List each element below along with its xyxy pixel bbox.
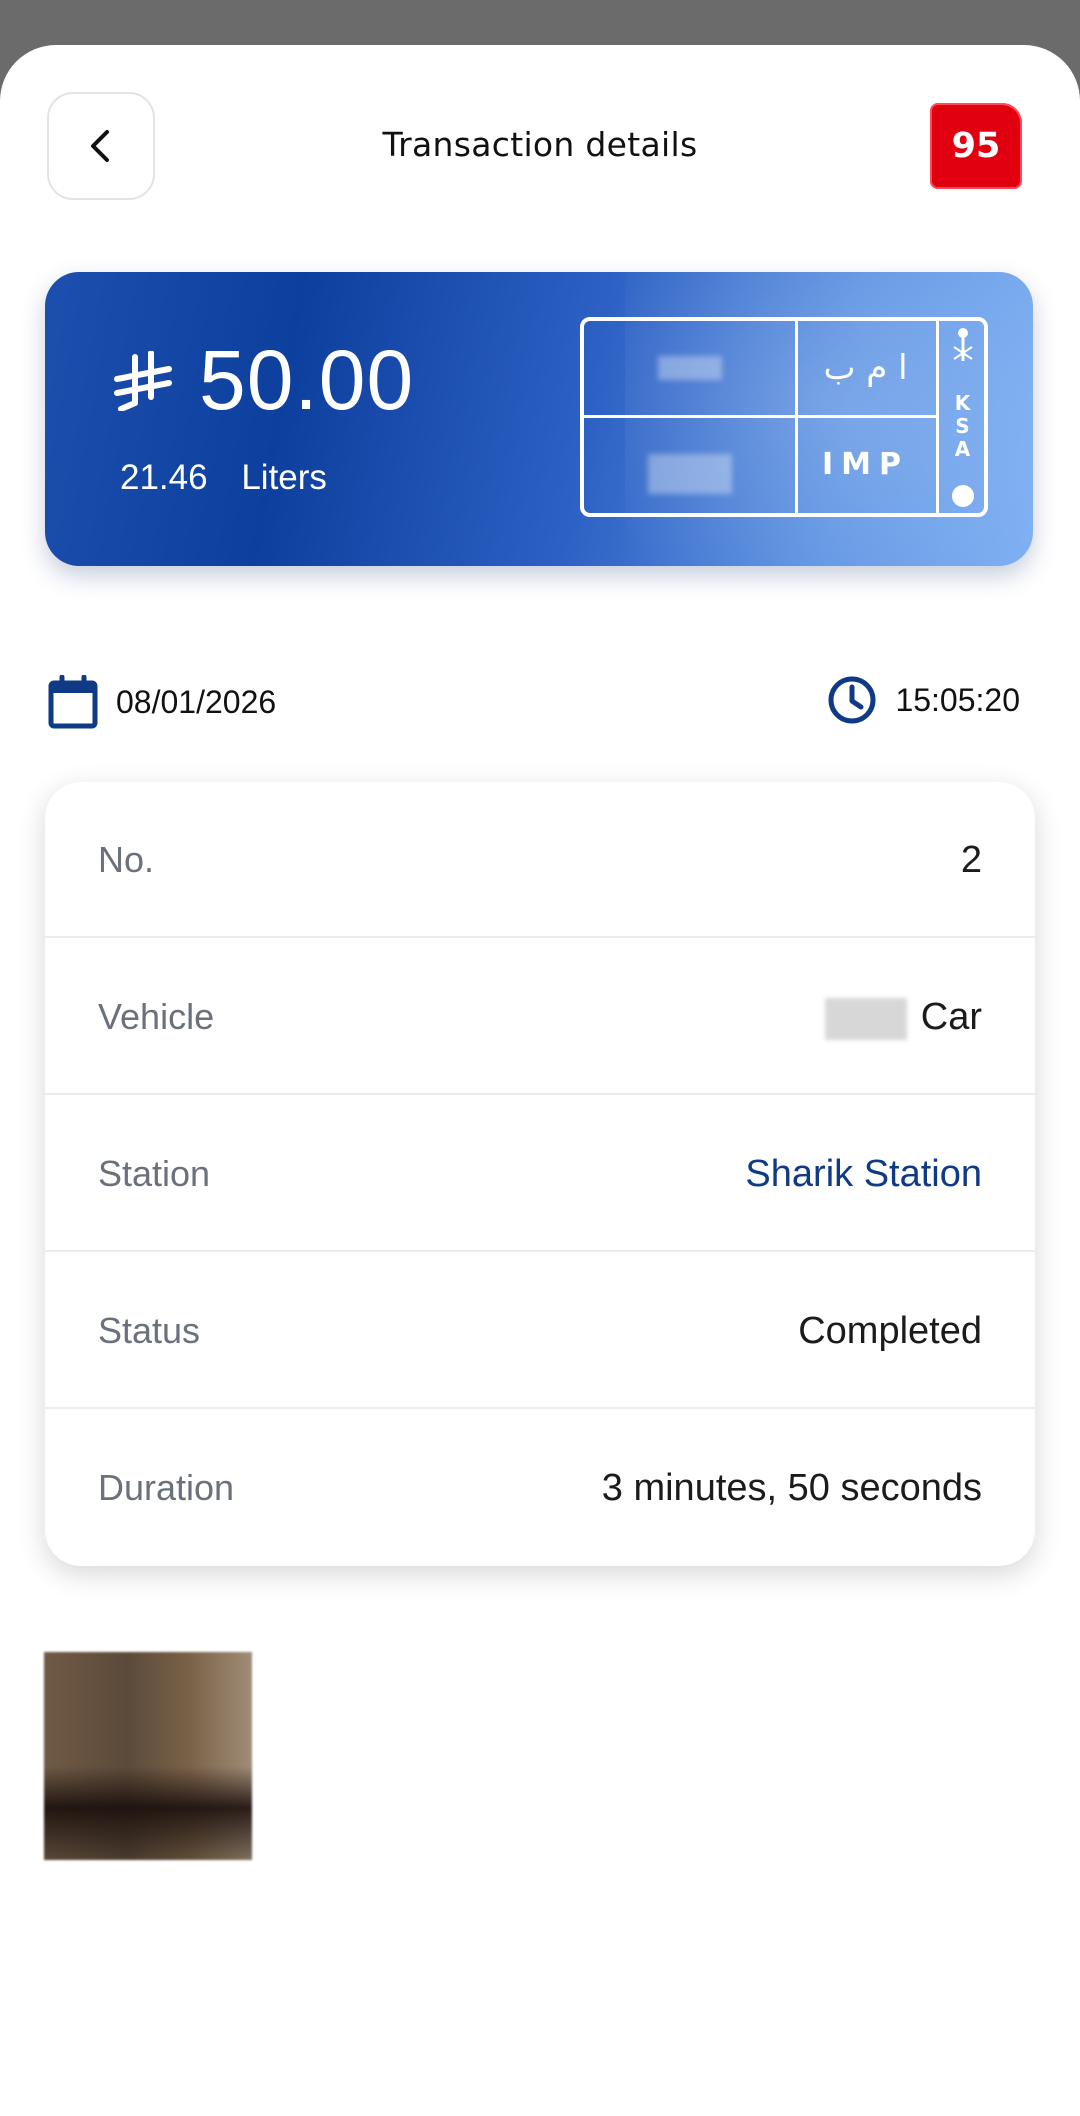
amount-card: 50.00 21.46 Liters ا م ب IMP K S A	[45, 272, 1033, 566]
amount-row: 50.00	[113, 332, 414, 429]
calendar-icon	[48, 675, 98, 729]
detail-label: No.	[98, 839, 155, 880]
vehicle-type: Car	[920, 996, 982, 1038]
saudi-riyal-icon	[114, 350, 172, 411]
redacted-number	[647, 454, 732, 494]
transaction-date: 08/01/2026	[116, 683, 277, 720]
page-title: Transaction details	[382, 125, 698, 164]
country-letter-s: S	[955, 413, 970, 438]
time-group: 15:05:20	[827, 675, 1020, 725]
detail-value-vehicle: Car	[824, 939, 982, 1095]
date-time-row: 08/01/2026 15:05:20	[0, 670, 1080, 740]
detail-label: Station	[98, 1153, 211, 1194]
amount-value: 50.00	[199, 333, 415, 427]
plate-number-bottom	[584, 415, 798, 513]
plate-grid: ا م ب IMP	[584, 321, 939, 513]
duration-value: 3 minutes, 50 seconds	[601, 1467, 982, 1509]
clock-icon	[828, 676, 876, 724]
transaction-time: 15:05:20	[895, 681, 1020, 718]
detail-row-number: No. 2	[45, 782, 1035, 938]
license-plate: ا م ب IMP K S A	[580, 317, 988, 517]
transaction-photo-thumbnail[interactable]	[44, 1652, 252, 1860]
detail-row-duration: Duration 3 minutes, 50 seconds	[45, 1410, 1035, 1566]
detail-value: 2	[960, 839, 982, 881]
redacted-number	[657, 356, 722, 380]
liters-row: 21.46 Liters	[120, 458, 327, 498]
plate-arabic-letters: ا م ب	[795, 321, 939, 418]
status-value: Completed	[798, 1310, 982, 1352]
detail-row-vehicle: Vehicle Car	[45, 939, 1035, 1095]
country-letter-k: K	[954, 390, 971, 415]
country-code: K S A	[954, 390, 971, 461]
details-card: No. 2 Vehicle Car Station Sharik Station…	[45, 782, 1035, 1566]
plate-latin-letters: IMP	[795, 415, 939, 513]
fuel-grade-badge: 95	[930, 103, 1022, 189]
saudi-emblem-icon	[952, 328, 973, 361]
detail-label: Vehicle	[98, 996, 215, 1037]
detail-label: Duration	[98, 1467, 235, 1508]
redacted-vehicle-name	[824, 997, 907, 1040]
transaction-sheet: Transaction details 95 50.00 21.46 Liter…	[0, 45, 1080, 2116]
header: Transaction details 95	[0, 45, 1080, 245]
liters-unit: Liters	[241, 458, 327, 497]
detail-label: Status	[98, 1310, 201, 1351]
liters-value: 21.46	[120, 458, 208, 497]
detail-row-status: Status Completed	[45, 1253, 1035, 1409]
detail-row-station: Station Sharik Station	[45, 1096, 1035, 1252]
date-group: 08/01/2026	[48, 675, 276, 729]
plate-number-top	[584, 321, 798, 418]
plate-country-strip: K S A	[941, 321, 984, 513]
station-link[interactable]: Sharik Station	[745, 1096, 982, 1252]
plate-dot	[951, 485, 974, 507]
country-letter-a: A	[954, 436, 971, 461]
